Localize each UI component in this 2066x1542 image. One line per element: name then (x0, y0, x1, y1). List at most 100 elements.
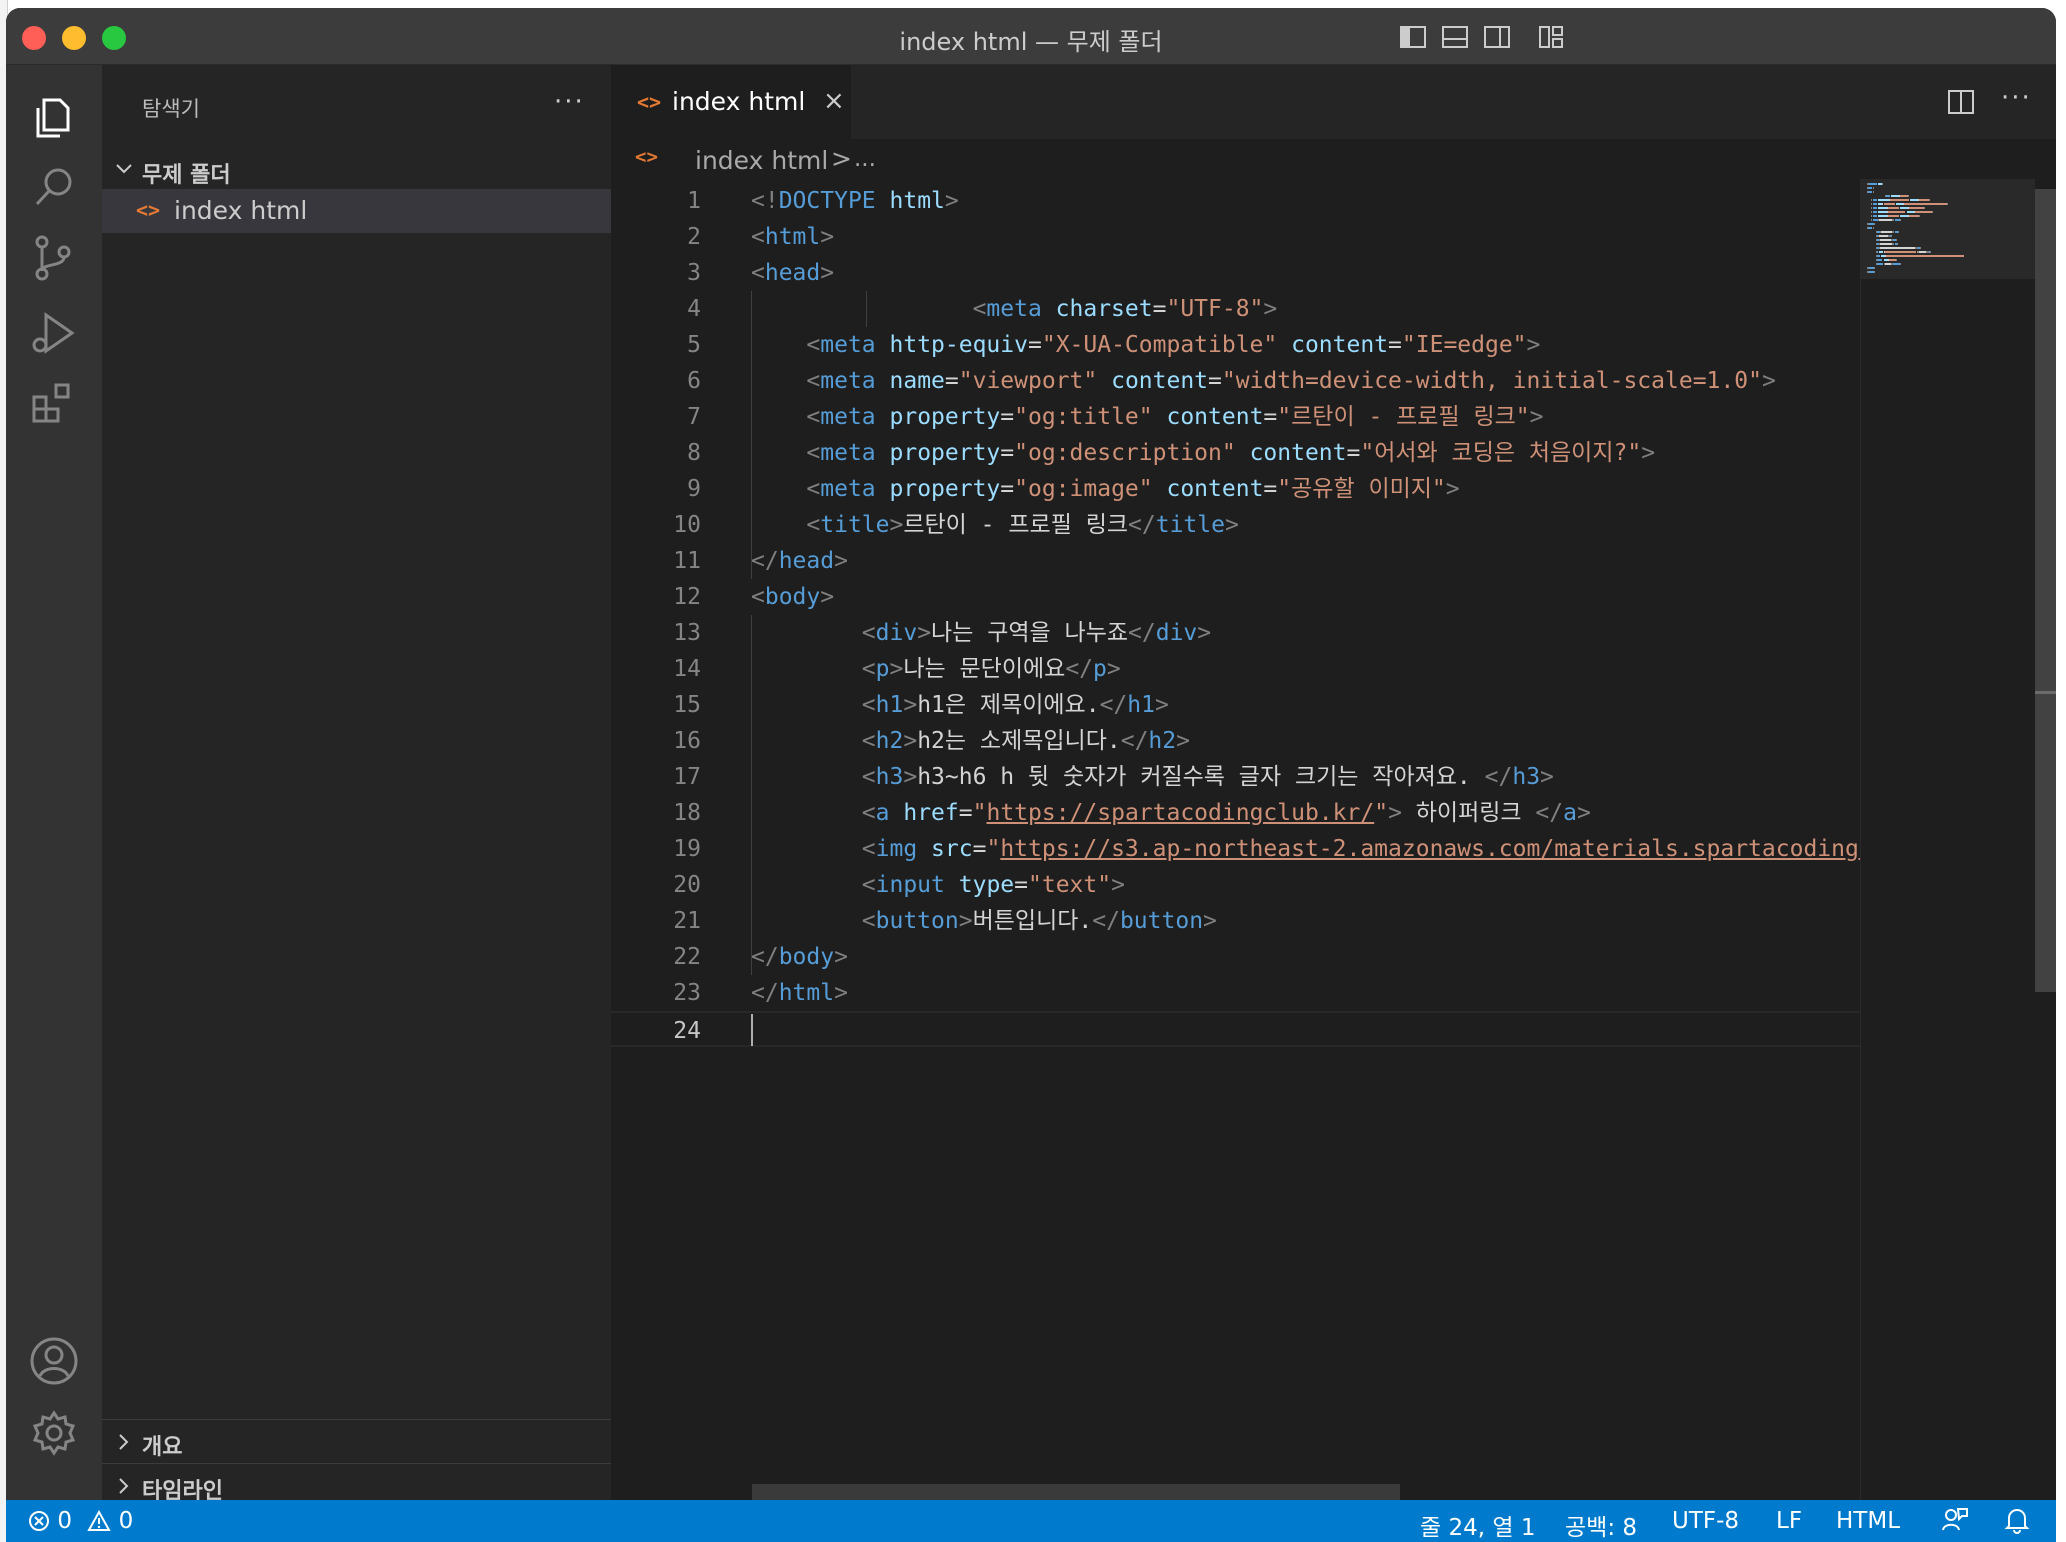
minimap-token (1896, 243, 1898, 245)
code-editor[interactable]: 1 <!DOCTYPE html> 2 <html> 3 <head> 4 <meta ch… (611, 179, 1860, 1500)
code-line[interactable]: 18 <a href="https://spartacodingclub.kr/… (611, 795, 1860, 831)
code-token: < (861, 656, 876, 682)
line-number: 9 (687, 476, 701, 502)
vertical-scrollbar[interactable] (2035, 179, 2056, 1500)
search-icon[interactable] (26, 160, 82, 216)
code-token: = (1000, 476, 1015, 502)
code-token: </ (1535, 800, 1564, 826)
code-line[interactable]: 6 <meta name="viewport" content="width=d… (611, 363, 1860, 399)
code-line[interactable]: 1 <!DOCTYPE html> (611, 183, 1860, 219)
code-token: > (1529, 404, 1544, 430)
code-text: <a href="https://spartacodingclub.kr/"> … (751, 795, 1591, 831)
code-line[interactable]: 24 (611, 1011, 1860, 1047)
problems-indicator[interactable]: 0 0 (28, 1508, 133, 1534)
extensions-icon[interactable] (26, 375, 82, 431)
code-line[interactable]: 16 <h2>h2는 소제목입니다.</h2> (611, 723, 1860, 759)
code-line[interactable]: 19 <img src="https://s3.ap-northeast-2.a… (611, 831, 1860, 867)
end-of-line[interactable]: LF (1776, 1508, 1802, 1534)
minimap-token (1882, 183, 1884, 185)
minimap-token (1915, 211, 1932, 213)
code-line[interactable]: 11 </head> (611, 543, 1860, 579)
language-mode[interactable]: HTML (1836, 1508, 1900, 1534)
feedback-icon[interactable] (1941, 1506, 1969, 1540)
breadcrumb-symbol[interactable]: ... (854, 146, 876, 172)
code-token: > (958, 908, 973, 934)
toggle-primary-sidebar-icon[interactable] (1398, 22, 1428, 52)
explorer-icon[interactable] (26, 90, 82, 146)
code-line[interactable]: 9 <meta property="og:image" content="공유할… (611, 471, 1860, 507)
code-line[interactable]: 2 <html> (611, 219, 1860, 255)
manage-gear-icon[interactable] (26, 1405, 82, 1461)
outline-section[interactable]: 개요 (102, 1419, 611, 1463)
code-token[interactable]: https://s3.ap-northeast-2.amazonaws.com/… (1000, 836, 1860, 862)
code-token: meta (820, 368, 876, 394)
folder-section-header[interactable]: 무제 폴더 (102, 149, 611, 189)
code-line[interactable]: 21 <button>버튼입니다.</button> (611, 903, 1860, 939)
code-line[interactable]: 3 <head> (611, 255, 1860, 291)
code-token: h2는 소제목입니다. (917, 728, 1121, 754)
line-number: 22 (673, 944, 701, 970)
run-and-debug-icon[interactable] (26, 305, 82, 361)
code-line[interactable]: 13 <div>나는 구역을 나누죠</div> (611, 615, 1860, 651)
code-line[interactable]: 20 <input type="text"> (611, 867, 1860, 903)
indentation[interactable]: 공백: 8 (1565, 1508, 1637, 1542)
minimap-token (1878, 211, 1887, 213)
code-line[interactable]: 10 <title>르탄이 - 프로필 링크</title> (611, 507, 1860, 543)
minimap[interactable] (1860, 179, 2036, 1500)
minimap-token (1880, 243, 1893, 245)
code-token: </ (751, 944, 779, 970)
file-item-index-html[interactable]: <> index html (102, 189, 611, 233)
explorer-more-actions-button[interactable]: ··· (554, 87, 585, 117)
code-line[interactable]: 12 <body> (611, 579, 1860, 615)
breadcrumb-file[interactable]: index html (695, 146, 828, 175)
minimap-token (1872, 227, 1874, 229)
minimap-token (1878, 215, 1887, 217)
chevron-right-icon (119, 1434, 129, 1450)
vertical-scrollbar-thumb[interactable] (2035, 189, 2056, 992)
code-token: 버튼입니다. (972, 908, 1093, 934)
code-token: = (958, 800, 973, 826)
code-line[interactable]: 5 <meta http-equiv="X-UA-Compatible" con… (611, 327, 1860, 363)
code-text: <h2>h2는 소제목입니다.</h2> (751, 723, 1190, 759)
code-token: " (1374, 800, 1389, 826)
code-line[interactable]: 15 <h1>h1은 제목이에요.</h1> (611, 687, 1860, 723)
minimap-token (1876, 263, 1884, 265)
source-control-icon[interactable] (26, 230, 82, 286)
accounts-icon[interactable] (26, 1333, 82, 1389)
code-line[interactable]: 22 </body> (611, 939, 1860, 975)
tab-index-html[interactable]: <> index html × (611, 65, 851, 139)
line-number: 18 (673, 800, 701, 826)
split-editor-icon[interactable] (1946, 87, 1976, 117)
code-line[interactable]: 14 <p>나는 문단이에요</p> (611, 651, 1860, 687)
close-tab-icon[interactable]: × (823, 86, 845, 116)
toggle-secondary-sidebar-icon[interactable] (1482, 22, 1512, 52)
horizontal-scrollbar[interactable] (752, 1484, 1400, 1500)
code-line[interactable]: 17 <h3>h3~h6 h 뒷 숫자가 커질수록 글자 크기는 작아져요. <… (611, 759, 1860, 795)
code-text: <title>르탄이 - 프로필 링크</title> (751, 507, 1238, 543)
code-token: > (1154, 692, 1169, 718)
minimap-token (1891, 235, 1893, 237)
code-token: > (1576, 800, 1591, 826)
customize-layout-icon[interactable] (1536, 22, 1566, 52)
code-token: h1 (875, 692, 904, 718)
encoding[interactable]: UTF-8 (1672, 1508, 1739, 1534)
code-line[interactable]: 8 <meta property="og:description" conten… (611, 435, 1860, 471)
code-line[interactable]: 23 </html> (611, 975, 1860, 1011)
code-token: = (1263, 476, 1278, 502)
html-file-icon: <> (637, 90, 662, 114)
toggle-panel-icon[interactable] (1440, 22, 1470, 52)
minimap-token (1919, 247, 1921, 249)
editor-more-actions-button[interactable]: ··· (2001, 83, 2032, 113)
code-line[interactable]: 7 <meta property="og:title" content="르탄이… (611, 399, 1860, 435)
code-line[interactable]: 4 <meta charset="UTF-8"> (611, 291, 1860, 327)
code-token[interactable]: https://spartacodingclub.kr/ (986, 800, 1374, 826)
cursor-position[interactable]: 줄 24, 열 1 (1420, 1508, 1535, 1542)
minimap-token (1878, 199, 1889, 201)
minimap-token (1947, 203, 1949, 205)
notifications-bell-icon[interactable] (2004, 1506, 2030, 1540)
